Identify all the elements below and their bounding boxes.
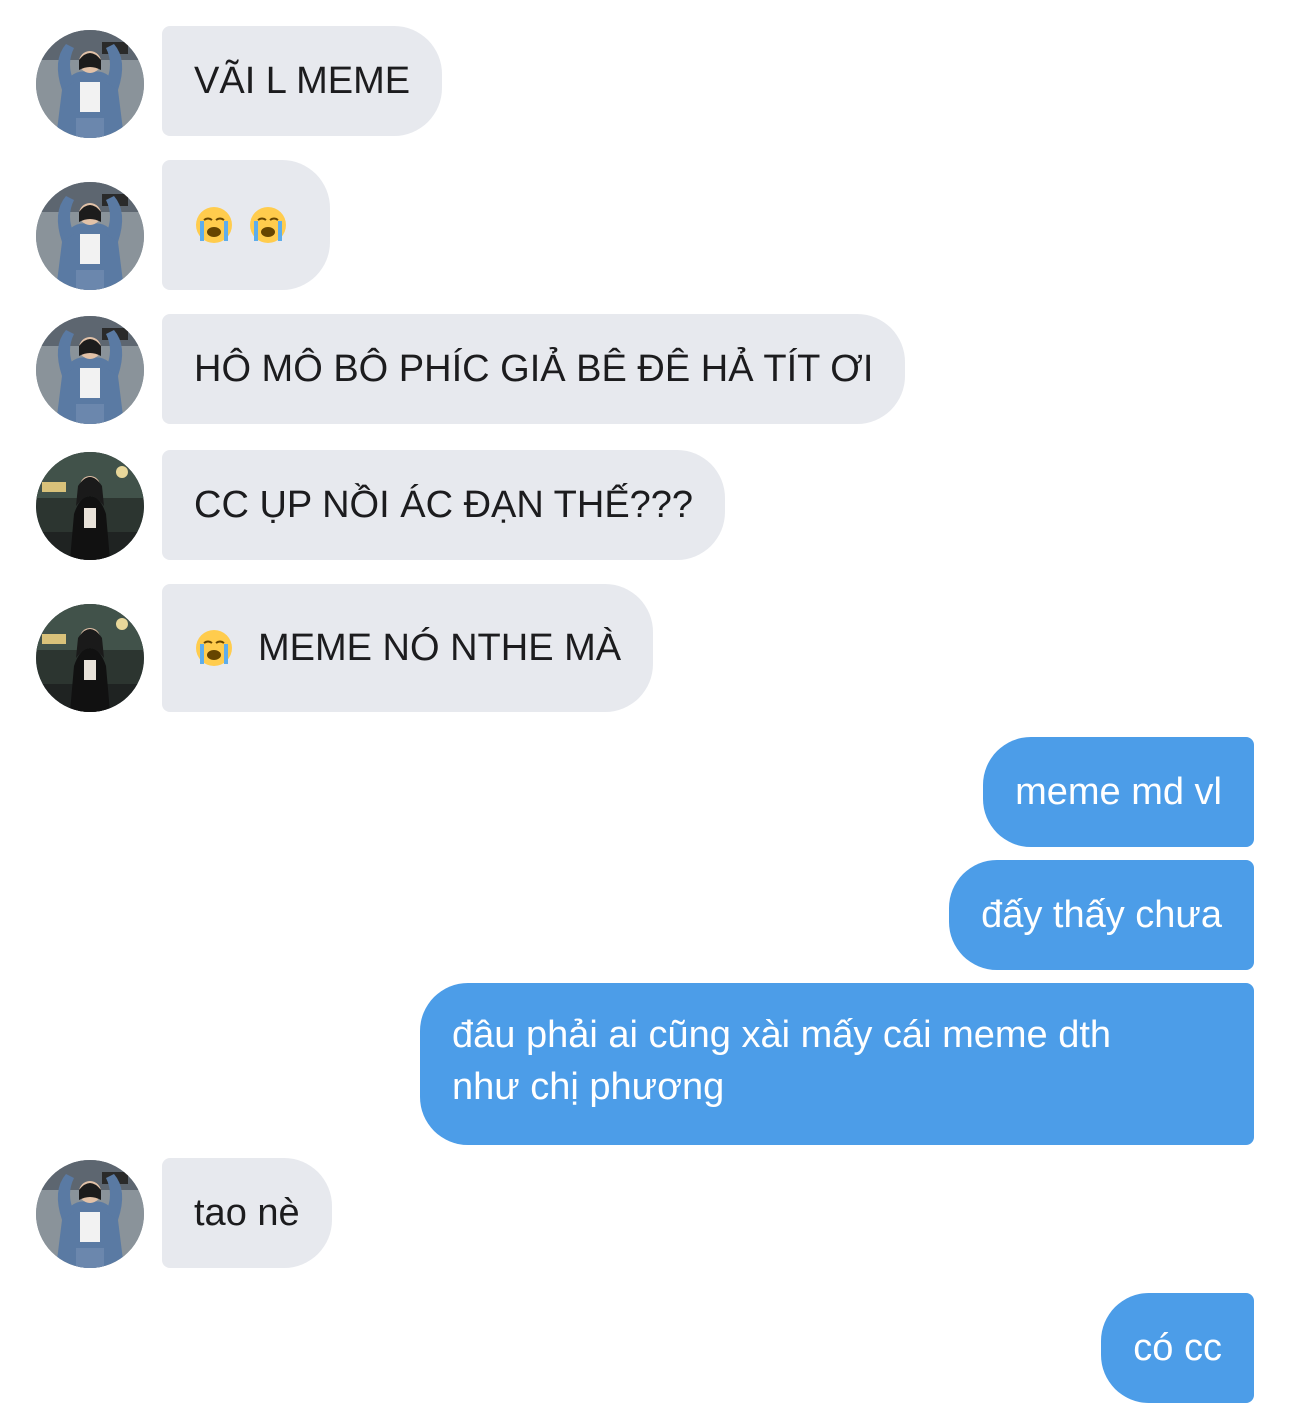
loudly-crying-face-icon [194, 205, 234, 245]
message-text: tao nè [194, 1192, 300, 1234]
avatar[interactable] [36, 30, 144, 138]
message-text: HÔ MÔ BÔ PHÍC GIẢ BÊ ĐÊ HẢ TÍT ƠI [194, 348, 874, 390]
avatar-denim-jacket-image [36, 30, 144, 138]
message-bubble-incoming[interactable]: HÔ MÔ BÔ PHÍC GIẢ BÊ ĐÊ HẢ TÍT ƠI [162, 314, 906, 424]
avatar[interactable] [36, 604, 144, 712]
message-bubble-outgoing[interactable]: meme md vl [983, 737, 1254, 847]
message-bubble-outgoing[interactable]: đâu phải ai cũng xài mấy cái meme dth nh… [420, 983, 1254, 1145]
message-text: đấy thấy chưa [981, 894, 1222, 936]
avatar[interactable] [36, 1160, 144, 1268]
avatar-denim-jacket-image [36, 1160, 144, 1268]
message-text: meme md vl [1015, 771, 1222, 813]
message-bubble-incoming[interactable]: tao nè [162, 1158, 332, 1268]
avatar-denim-jacket-image [36, 182, 144, 290]
avatar[interactable] [36, 182, 144, 290]
message-bubble-outgoing[interactable]: có cc [1101, 1293, 1254, 1403]
loudly-crying-face-icon [248, 205, 288, 245]
message-bubble-incoming[interactable]: MEME NÓ NTHE MÀ [162, 584, 654, 712]
loudly-crying-face-icon [194, 628, 234, 668]
message-text: có cc [1133, 1327, 1222, 1369]
message-text-line: đâu phải ai cũng xài mấy cái meme dth [452, 1014, 1112, 1056]
message-text: VÃI L MEME [194, 60, 411, 102]
message-text: MEME NÓ NTHE MÀ [258, 627, 622, 669]
message-text: CC ỤP NỒI ÁC ĐẠN THẾ??? [194, 484, 694, 526]
avatar-denim-jacket-image [36, 316, 144, 424]
message-bubble-incoming[interactable]: VÃI L MEME [162, 26, 443, 136]
message-text-line: như chị phương [452, 1066, 725, 1108]
avatar[interactable] [36, 316, 144, 424]
avatar[interactable] [36, 452, 144, 560]
message-bubble-incoming[interactable]: CC ỤP NỒI ÁC ĐẠN THẾ??? [162, 450, 726, 560]
message-bubble-incoming[interactable] [162, 160, 330, 290]
avatar-night-street-image [36, 604, 144, 712]
avatar-night-street-image [36, 452, 144, 560]
message-bubble-outgoing[interactable]: đấy thấy chưa [949, 860, 1254, 970]
message-thread: VÃI L MEME HÔ MÔ BÔ PHÍC GIẢ BÊ ĐÊ HẢ TÍ… [0, 0, 1290, 1410]
